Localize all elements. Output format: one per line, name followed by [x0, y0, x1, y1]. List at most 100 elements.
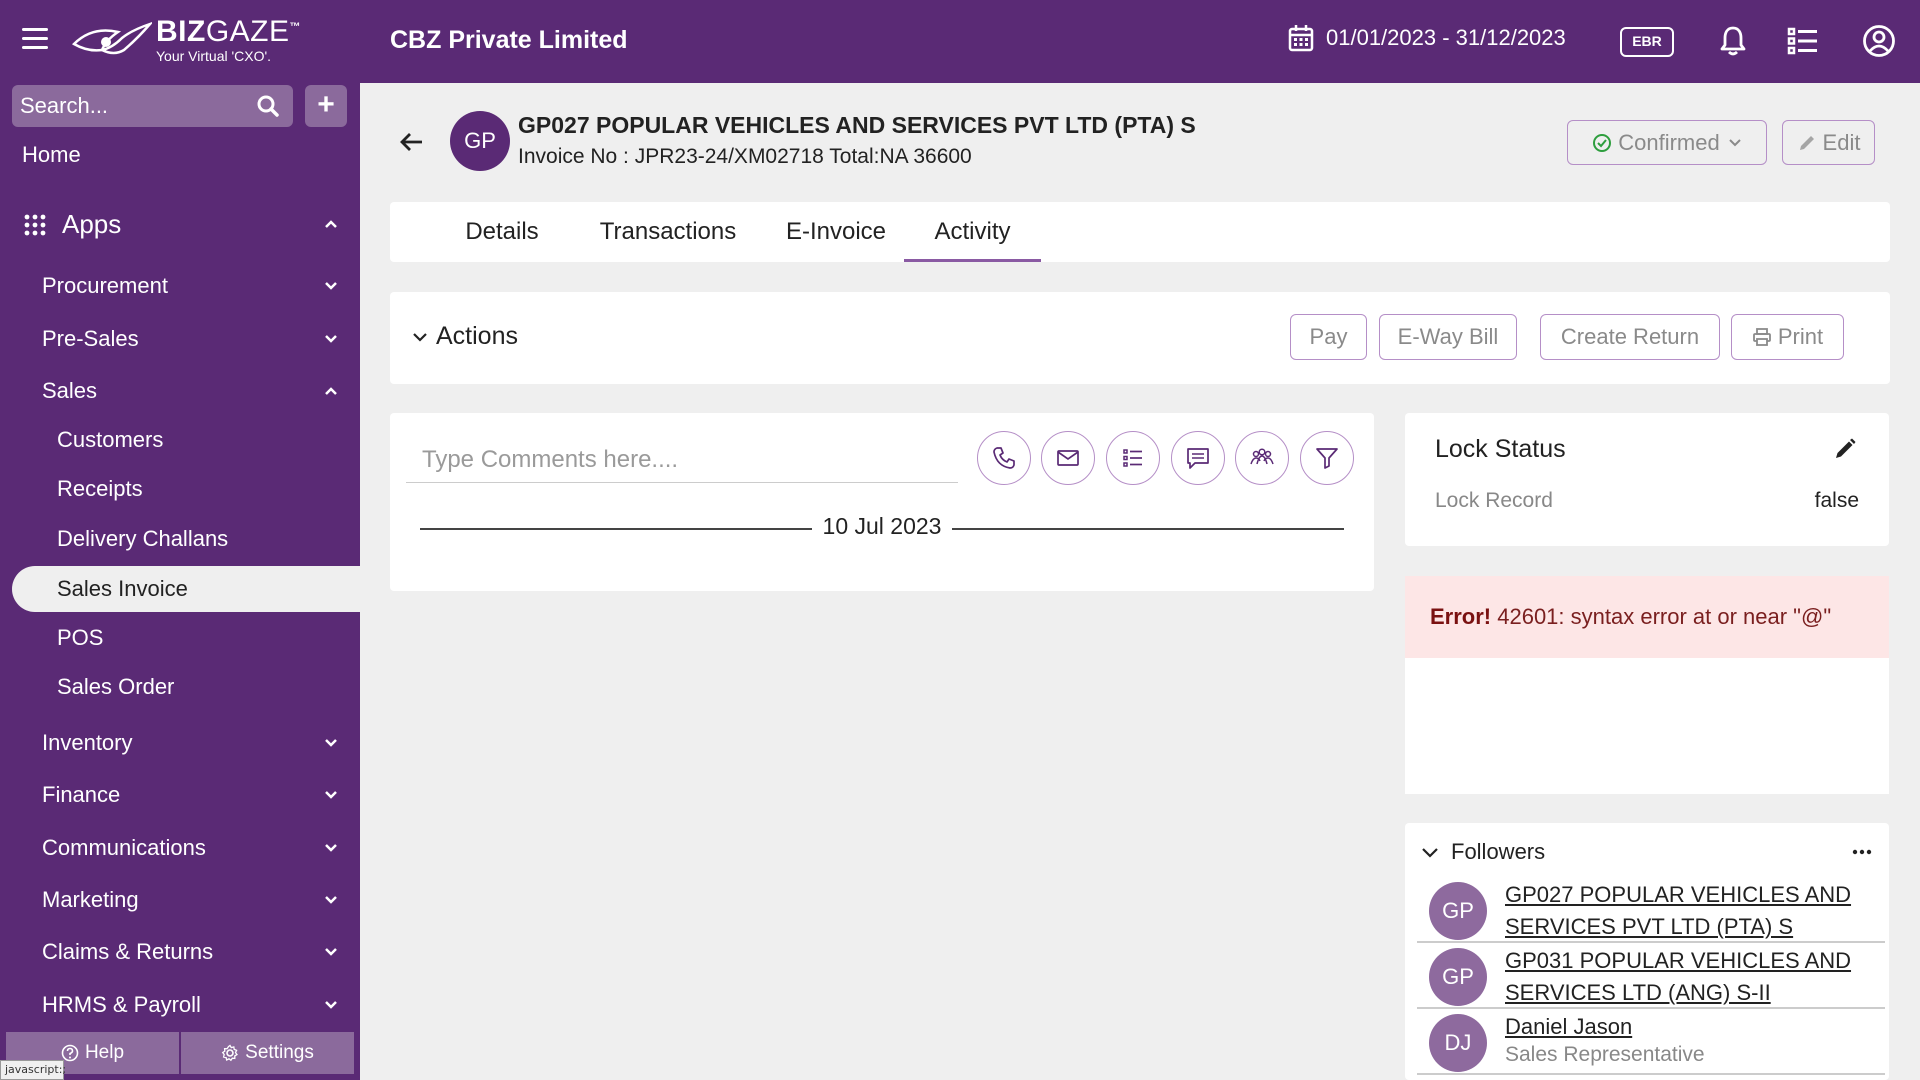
sidebar-item-label: Procurement — [42, 273, 168, 298]
followers-toggle[interactable]: Followers — [1421, 839, 1545, 865]
sidebar-item-sales[interactable]: Sales — [0, 368, 360, 414]
sidebar-item-label: Delivery Challans — [57, 526, 229, 551]
sidebar-item-inventory[interactable]: Inventory — [0, 720, 360, 766]
chevron-down-icon — [325, 1001, 337, 1009]
sidebar-item-communications[interactable]: Communications — [0, 825, 360, 871]
chevron-down-icon — [325, 896, 337, 904]
edit-label: Edit — [1822, 129, 1861, 155]
status-dropdown[interactable]: Confirmed — [1567, 120, 1767, 165]
sidebar-item-apps[interactable]: Apps — [0, 201, 360, 247]
search-icon[interactable] — [257, 95, 279, 117]
logo-tagline: Your Virtual 'CXO'. — [156, 48, 272, 64]
log-call-button[interactable] — [977, 431, 1031, 485]
chevron-down-icon — [1422, 848, 1438, 858]
phone-icon — [993, 447, 1015, 469]
create-return-button[interactable]: Create Return — [1540, 314, 1720, 360]
add-task-button[interactable] — [1106, 431, 1160, 485]
sidebar-item-label: POS — [57, 625, 104, 650]
actions-title-label: Actions — [436, 322, 518, 350]
timeline-date: 10 Jul 2023 — [822, 513, 942, 539]
sidebar-item-pos[interactable]: POS — [0, 615, 360, 661]
filter-activity-button[interactable] — [1300, 431, 1354, 485]
printer-icon — [1752, 328, 1771, 346]
chevron-down-icon — [325, 739, 337, 747]
sidebar-item-label: HRMS & Payroll — [42, 992, 201, 1017]
date-range-picker[interactable]: 01/01/2023 - 31/12/2023 — [1288, 24, 1566, 52]
follower-role: Sales Representative — [1505, 1043, 1705, 1066]
tab-e-invoice[interactable]: E-Invoice — [770, 202, 902, 262]
record-subtitle: Invoice No : JPR23-24/XM02718 Total:NA 3… — [518, 145, 972, 168]
error-message: 42601: syntax error at or near "@" — [1491, 604, 1832, 629]
chevron-down-icon — [325, 948, 337, 956]
empty-panel — [1405, 658, 1889, 794]
follower-name-link[interactable]: GP031 POPULAR VEHICLES AND SERVICES LTD … — [1505, 945, 1875, 1009]
status-label: Confirmed — [1618, 129, 1720, 155]
followers-title: Followers — [1451, 839, 1546, 864]
sidebar-item-label: Claims & Returns — [42, 939, 214, 964]
sidebar-item-receipts[interactable]: Receipts — [0, 466, 360, 512]
logo-eye-icon — [72, 22, 152, 55]
send-email-button[interactable] — [1041, 431, 1095, 485]
sidebar-item-pre-sales[interactable]: Pre-Sales — [0, 316, 360, 362]
add-button[interactable]: + — [305, 85, 347, 127]
check-circle-icon — [1593, 133, 1612, 152]
bell-icon[interactable] — [1716, 24, 1750, 58]
pay-button[interactable]: Pay — [1290, 314, 1367, 360]
sidebar-item-sales-order[interactable]: Sales Order — [0, 664, 360, 710]
date-range-text: 01/01/2023 - 31/12/2023 — [1326, 25, 1566, 50]
follower-name-link[interactable]: Daniel Jason — [1505, 1011, 1632, 1043]
more-options-icon[interactable] — [1851, 847, 1873, 857]
sidebar-item-finance[interactable]: Finance — [0, 772, 360, 818]
user-profile-icon[interactable] — [1862, 24, 1896, 58]
comment-icon — [1187, 448, 1209, 469]
tab-activity[interactable]: Activity — [904, 202, 1041, 262]
comment-input[interactable] — [406, 437, 958, 483]
sidebar-item-procurement[interactable]: Procurement — [0, 263, 360, 309]
hamburger-menu-icon[interactable] — [22, 28, 48, 52]
print-label: Print — [1777, 324, 1824, 349]
settings-label: Settings — [245, 1042, 314, 1063]
chevron-down-icon — [325, 335, 337, 343]
print-button[interactable]: Print — [1731, 314, 1844, 360]
sidebar-item-claims-returns[interactable]: Claims & Returns — [0, 929, 360, 975]
task-list-icon[interactable] — [1786, 24, 1820, 58]
company-name[interactable]: CBZ Private Limited — [390, 26, 628, 55]
follower-item: DJ Daniel Jason Sales Representative — [1417, 1011, 1885, 1075]
logo-word-biz: BIZ — [156, 15, 206, 48]
bizgaze-logo[interactable]: BIZGAZE™ Your Virtual 'CXO'. — [72, 14, 301, 66]
sidebar-item-customers[interactable]: Customers — [0, 417, 360, 463]
sidebar-item-marketing[interactable]: Marketing — [0, 877, 360, 923]
settings-button[interactable]: Settings — [181, 1032, 354, 1074]
tab-transactions[interactable]: Transactions — [573, 202, 763, 262]
follower-name-link[interactable]: GP027 POPULAR VEHICLES AND SERVICES PVT … — [1505, 879, 1875, 943]
record-avatar: GP — [450, 111, 510, 171]
add-meeting-button[interactable] — [1235, 431, 1289, 485]
filter-icon — [1316, 448, 1338, 469]
follower-item: GP GP027 POPULAR VEHICLES AND SERVICES P… — [1417, 879, 1885, 943]
lock-record-value: false — [1814, 489, 1859, 512]
chevron-down-icon — [325, 791, 337, 799]
chevron-down-icon — [325, 844, 337, 852]
sidebar-item-home[interactable]: Home — [0, 132, 360, 178]
tab-details[interactable]: Details — [444, 202, 560, 262]
edit-button[interactable]: Edit — [1782, 120, 1875, 165]
error-prefix: Error! — [1430, 604, 1492, 629]
sidebar-item-label: Customers — [57, 427, 164, 452]
sidebar-item-delivery-challans[interactable]: Delivery Challans — [0, 516, 360, 562]
add-note-button[interactable] — [1171, 431, 1225, 485]
eway-bill-button[interactable]: E-Way Bill — [1379, 314, 1517, 360]
sidebar: + Home Apps Procurement Pre-Sales Sales … — [0, 83, 360, 1080]
sidebar-search-input[interactable] — [20, 91, 250, 121]
pencil-icon — [1799, 135, 1814, 150]
actions-toggle[interactable]: Actions — [412, 322, 518, 351]
sidebar-item-hrms-payroll[interactable]: HRMS & Payroll — [0, 982, 360, 1028]
ebr-badge[interactable]: EBR — [1620, 27, 1674, 57]
pencil-icon[interactable] — [1833, 437, 1857, 461]
sidebar-item-label: Sales Invoice — [57, 576, 188, 601]
sidebar-search[interactable] — [12, 85, 293, 127]
sidebar-item-sales-invoice[interactable]: Sales Invoice — [12, 566, 360, 612]
follower-avatar: GP — [1429, 948, 1487, 1006]
back-arrow-icon[interactable] — [398, 128, 426, 156]
logo-trademark: ™ — [289, 21, 302, 33]
sidebar-item-label: Pre-Sales — [42, 326, 139, 351]
